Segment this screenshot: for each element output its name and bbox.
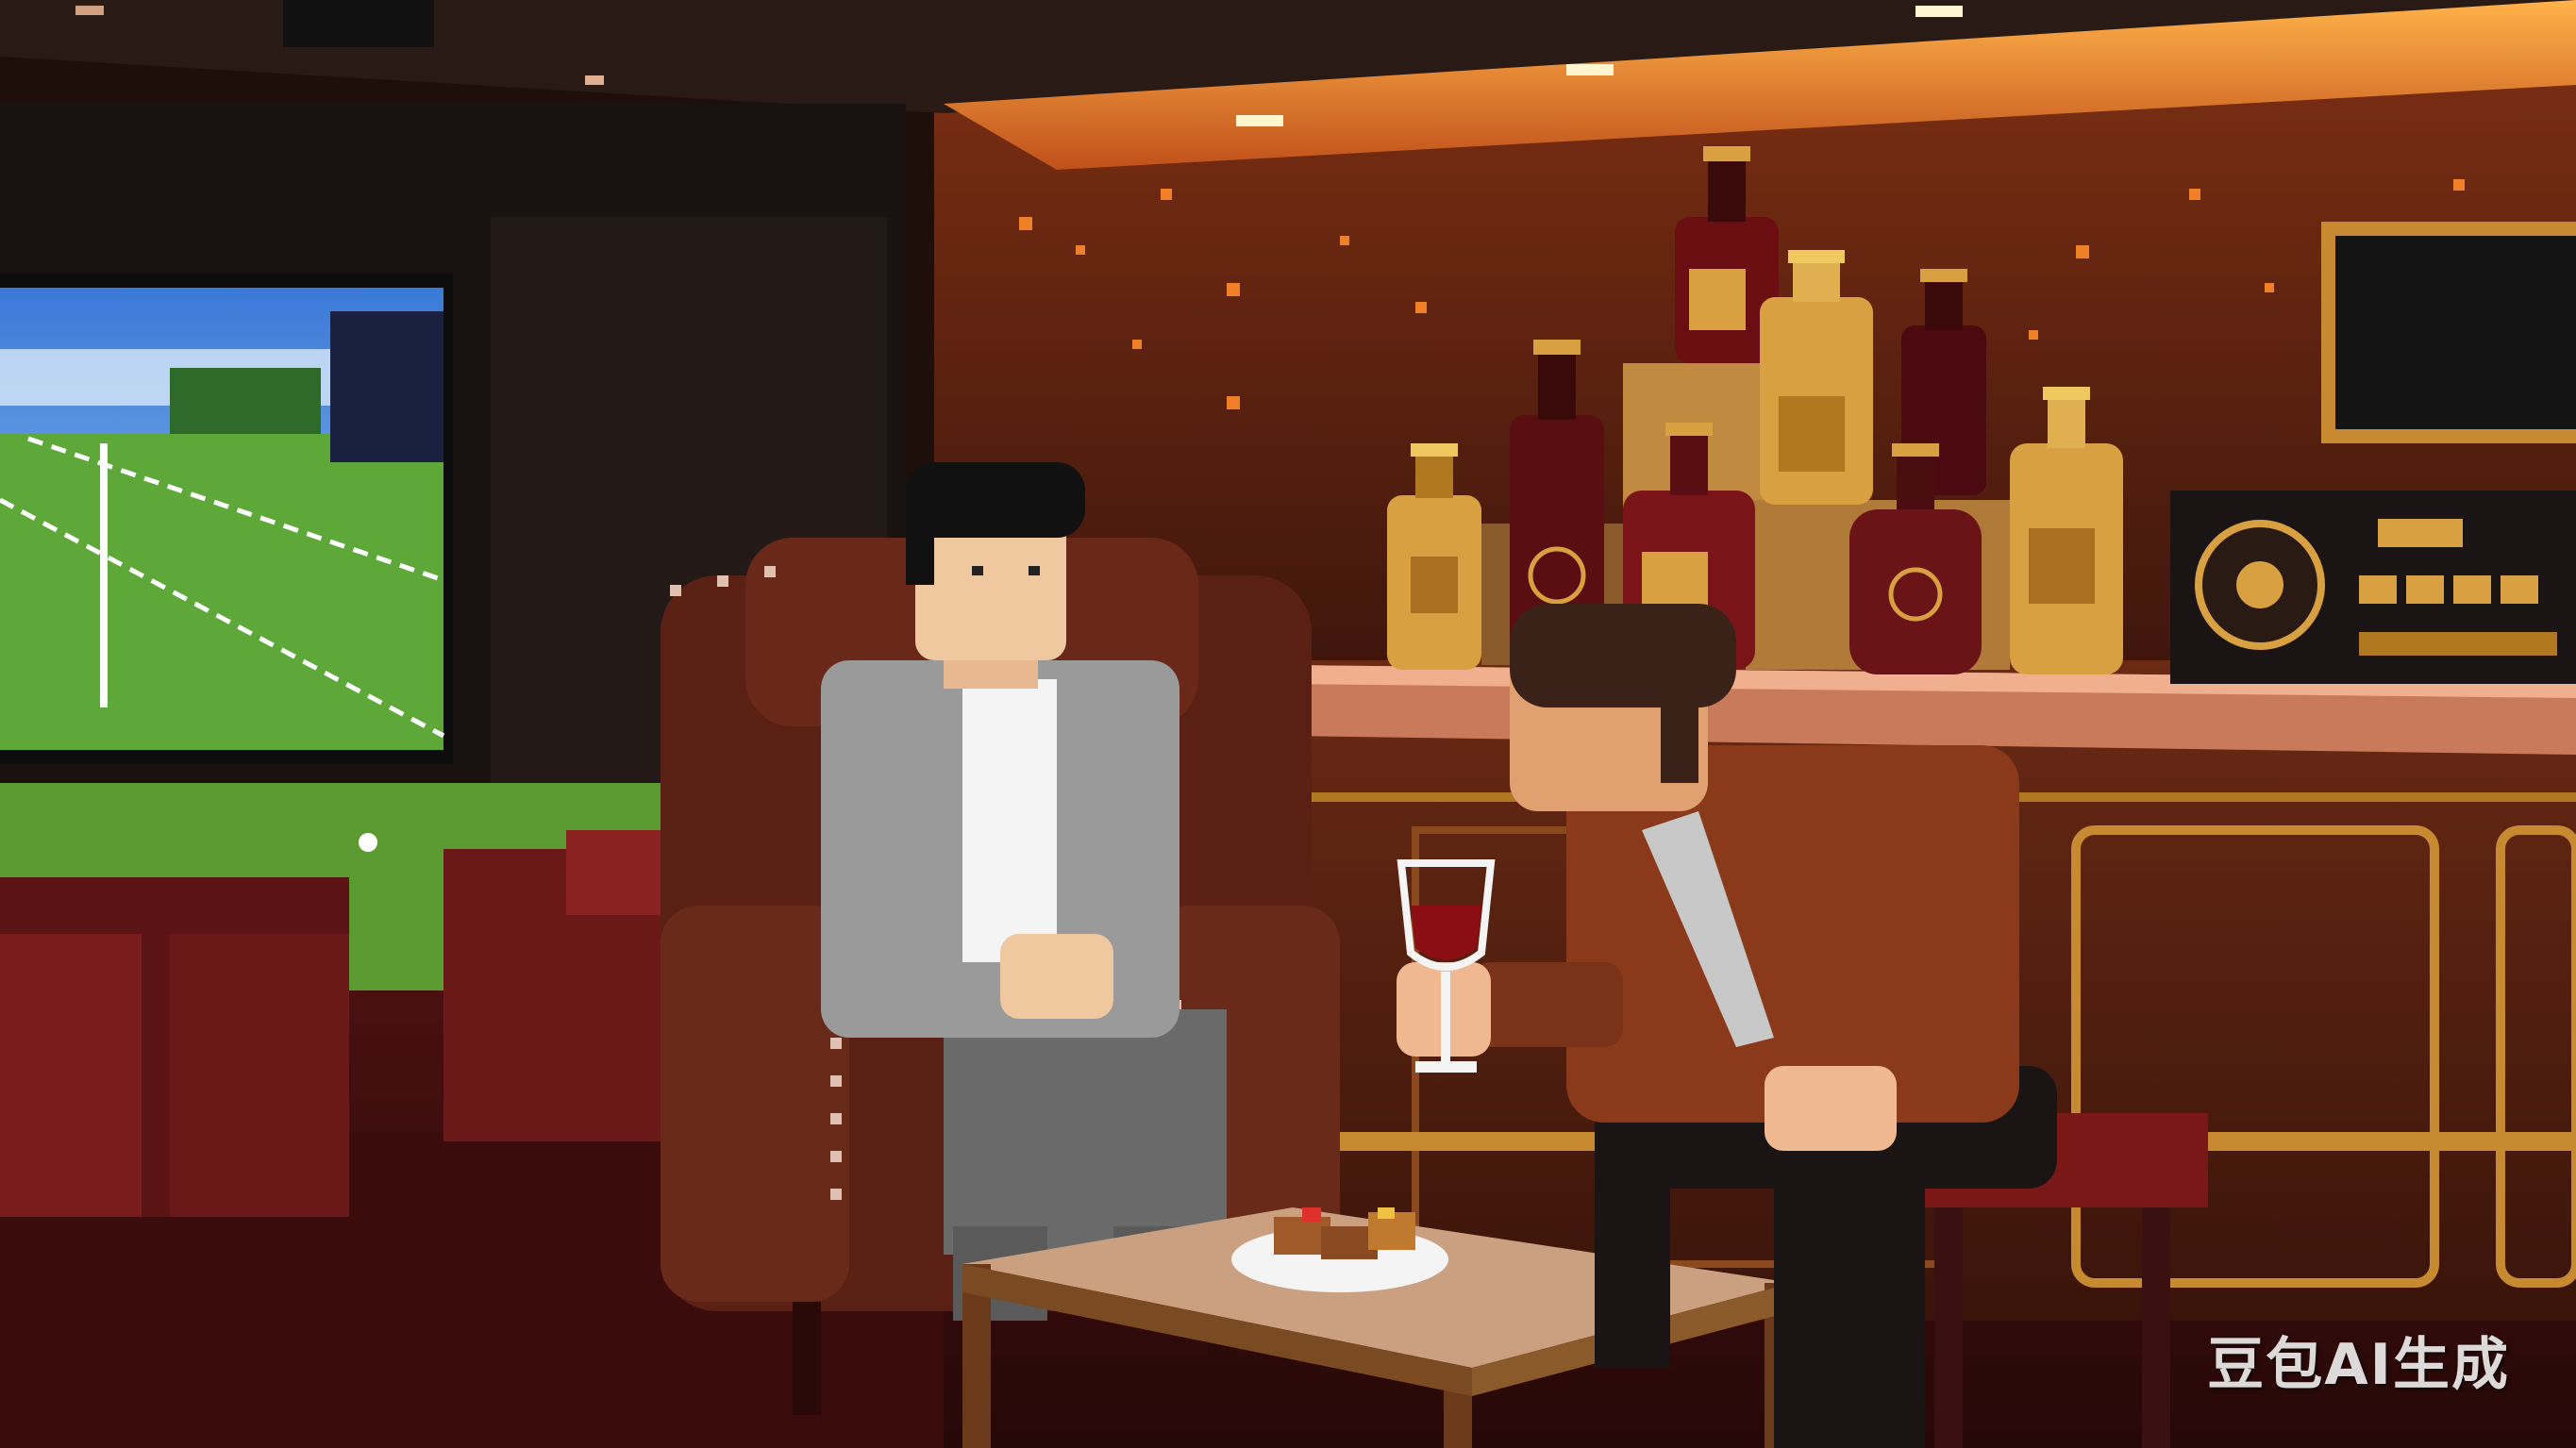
golf-ball [359,833,377,852]
golf-simulator-screen [0,274,453,764]
pixel-art-scene [0,0,2576,1448]
stereo-radio-icon [2170,491,2576,684]
watermark-text: 豆包AI生成 [2207,1332,2510,1398]
game-scene: 豆包AI生成 [0,0,2576,1448]
